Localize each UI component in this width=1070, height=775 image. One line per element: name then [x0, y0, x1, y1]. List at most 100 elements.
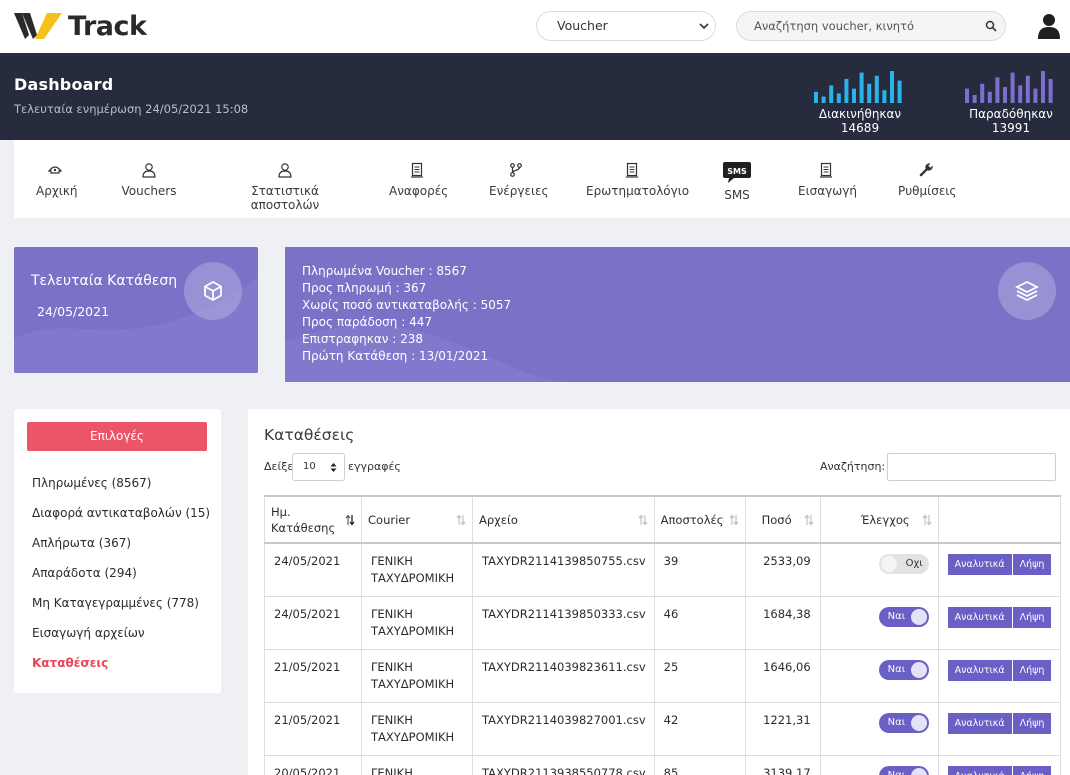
table-header-row: Ημ. Κατάθεσης Courier Αρχείο Αποστολές Π…: [264, 495, 1061, 544]
search-icon[interactable]: [985, 20, 997, 32]
sort-icon: [729, 514, 739, 526]
sidebar-item-file-import[interactable]: Εισαγωγή αρχείων: [32, 626, 145, 640]
top-bar: Track Voucher Αναζήτηση voucher, κινητό: [0, 0, 1070, 53]
user-account-icon[interactable]: [1038, 13, 1060, 39]
column-header-shipments[interactable]: Αποστολές: [653, 495, 746, 544]
deposits-title: Καταθέσεις: [264, 426, 355, 444]
check-toggle[interactable]: Ναι: [878, 712, 929, 733]
brand-name: Track: [68, 10, 147, 42]
cell-courier: ΓΕΝΙΚΗ ΤΑΧΥΔΡΟΜΙΚΗ: [361, 754, 473, 775]
cell-file: TAXYDR2114039823611.csv: [472, 648, 655, 703]
voucher-type-value: Voucher: [557, 18, 608, 33]
toggle-knob: [880, 556, 897, 572]
cell-date: 20/05/2021: [264, 754, 362, 775]
nav-item-label: Εισαγωγή: [798, 184, 858, 198]
nav-item-shipment-stats[interactable]: Στατιστικά αποστολών: [224, 162, 346, 212]
details-button[interactable]: Αναλυτικά: [947, 712, 1012, 734]
download-button[interactable]: Λήψη: [1012, 659, 1052, 681]
cell-actions: ΑναλυτικάΛήψη: [937, 754, 1061, 775]
column-header-courier[interactable]: Courier: [361, 495, 473, 544]
cell-file: TAXYDR2114139850333.csv: [472, 595, 655, 650]
nav-item-label: Vouchers: [121, 184, 177, 198]
nav-item-sms[interactable]: SMS SMS: [720, 160, 754, 202]
stat-bar: [890, 71, 894, 103]
column-header-check[interactable]: Έλεγχος: [819, 495, 939, 544]
nav-item-label: Αναφορές: [389, 184, 449, 198]
sidebar-item-paid[interactable]: Πληρωμένες (8567): [32, 476, 151, 490]
page-length-select[interactable]: 10: [292, 453, 345, 481]
column-header-label: Courier: [368, 512, 411, 527]
check-toggle[interactable]: Ναι: [878, 606, 929, 627]
summary-line: Χωρίς ποσό αντικαταβολής : 5057: [302, 298, 512, 312]
sidebar-item-deposits[interactable]: Καταθέσεις: [32, 656, 108, 670]
sidebar-item-unregistered[interactable]: Μη Καταγεγραμμένες (778): [32, 596, 199, 610]
nav-item-reports[interactable]: Αναφορές: [389, 162, 449, 198]
sort-icon: [922, 514, 932, 526]
options-button[interactable]: Επιλογές: [27, 422, 207, 451]
nav-item-vouchers[interactable]: Vouchers: [120, 162, 178, 198]
stat-bar: [987, 91, 992, 103]
dashboard-header: Dashboard Τελευταία ενημέρωση 24/05/2021…: [0, 53, 1070, 140]
sidebar-item-undelivered[interactable]: Απαράδοτα (294): [32, 566, 137, 580]
toggle-knob: [910, 661, 927, 678]
voucher-type-select[interactable]: Voucher: [536, 11, 716, 41]
sort-icon: [456, 514, 466, 526]
details-button[interactable]: Αναλυτικά: [947, 554, 1012, 575]
logo[interactable]: Track: [14, 10, 147, 42]
stat-bar: [836, 93, 841, 103]
download-button[interactable]: Λήψη: [1012, 606, 1052, 628]
stat-bar: [852, 88, 856, 103]
box-icon: [204, 280, 222, 302]
download-button[interactable]: Λήψη: [1012, 765, 1052, 775]
main-nav: Αρχική Vouchers Στατιστικά αποστολών Ανα…: [14, 140, 1070, 218]
download-button[interactable]: Λήψη: [1012, 554, 1052, 575]
column-header-file[interactable]: Αρχείο: [472, 495, 655, 544]
layers-icon: [1015, 280, 1039, 302]
cell-actions: ΑναλυτικάΛήψη: [937, 648, 1061, 703]
table-search-input[interactable]: [887, 453, 1056, 481]
column-header-label: Αρχείο: [479, 512, 518, 527]
download-button[interactable]: Λήψη: [1012, 712, 1052, 734]
stat-bar: [897, 80, 902, 103]
column-header-amount[interactable]: Ποσό: [744, 495, 821, 544]
toggle-knob: [910, 767, 927, 775]
document-icon: [411, 162, 423, 178]
nav-item-label: Ενέργειες: [489, 184, 549, 198]
nav-item-actions[interactable]: Ενέργειες: [489, 162, 549, 198]
delivered-bars-chart: [965, 71, 1053, 103]
check-toggle[interactable]: Ναι: [878, 765, 929, 775]
stat-moved-label: Διακινήθηκαν 14689: [818, 107, 902, 135]
svg-text:SMS: SMS: [727, 167, 747, 176]
sidebar-item-cod-difference[interactable]: Διαφορά αντικαταβολών (15): [32, 506, 210, 520]
details-button[interactable]: Αναλυτικά: [947, 606, 1012, 628]
table-search-label: Αναζήτηση:: [820, 460, 886, 473]
last-deposit-card: Τελευταία Κατάθεση 24/05/2021: [14, 247, 258, 373]
cell-check: Ναι: [819, 648, 939, 703]
voucher-search-input[interactable]: Αναζήτηση voucher, κινητό: [736, 11, 1006, 41]
stat-delivered-label: Παραδόθηκαν 13991: [969, 107, 1053, 135]
sidebar-item-unpaid[interactable]: Απλήρωτα (367): [32, 536, 131, 550]
stat-bar: [1003, 87, 1007, 103]
column-header-actions: [937, 495, 1061, 544]
user-icon: [278, 163, 292, 178]
nav-item-questionnaire[interactable]: Ερωτηματολόγιο: [586, 162, 689, 198]
moved-bars-chart: [814, 71, 902, 103]
wrench-icon: [919, 163, 933, 177]
details-button[interactable]: Αναλυτικά: [947, 765, 1012, 775]
table-row: 24/05/2021 ΓΕΝΙΚΗ ΤΑΧΥΔΡΟΜΙΚΗ TAXYDR211413…: [264, 595, 1061, 650]
cell-check: Ναι: [819, 754, 939, 775]
check-toggle[interactable]: Οχι: [878, 554, 929, 574]
box-icon-wrapper: [184, 262, 242, 320]
stat-bar: [995, 77, 1000, 103]
cell-date: 24/05/2021: [264, 595, 362, 650]
check-toggle[interactable]: Ναι: [878, 659, 929, 680]
nav-item-import[interactable]: Εισαγωγή: [798, 162, 858, 198]
last-deposit-date: 24/05/2021: [37, 304, 110, 319]
nav-item-home[interactable]: Αρχική: [36, 162, 78, 198]
nav-item-settings[interactable]: Ρυθμίσεις: [898, 162, 956, 198]
column-header-date[interactable]: Ημ. Κατάθεσης: [264, 495, 362, 544]
details-button[interactable]: Αναλυτικά: [947, 659, 1012, 681]
summary-line: Προς πληρωμή : 367: [302, 281, 427, 295]
cell-courier: ΓΕΝΙΚΗ ΤΑΧΥΔΡΟΜΙΚΗ: [361, 701, 473, 756]
table-row: 21/05/2021 ΓΕΝΙΚΗ ΤΑΧΥΔΡΟΜΙΚΗ TAXYDR211403…: [264, 701, 1061, 756]
